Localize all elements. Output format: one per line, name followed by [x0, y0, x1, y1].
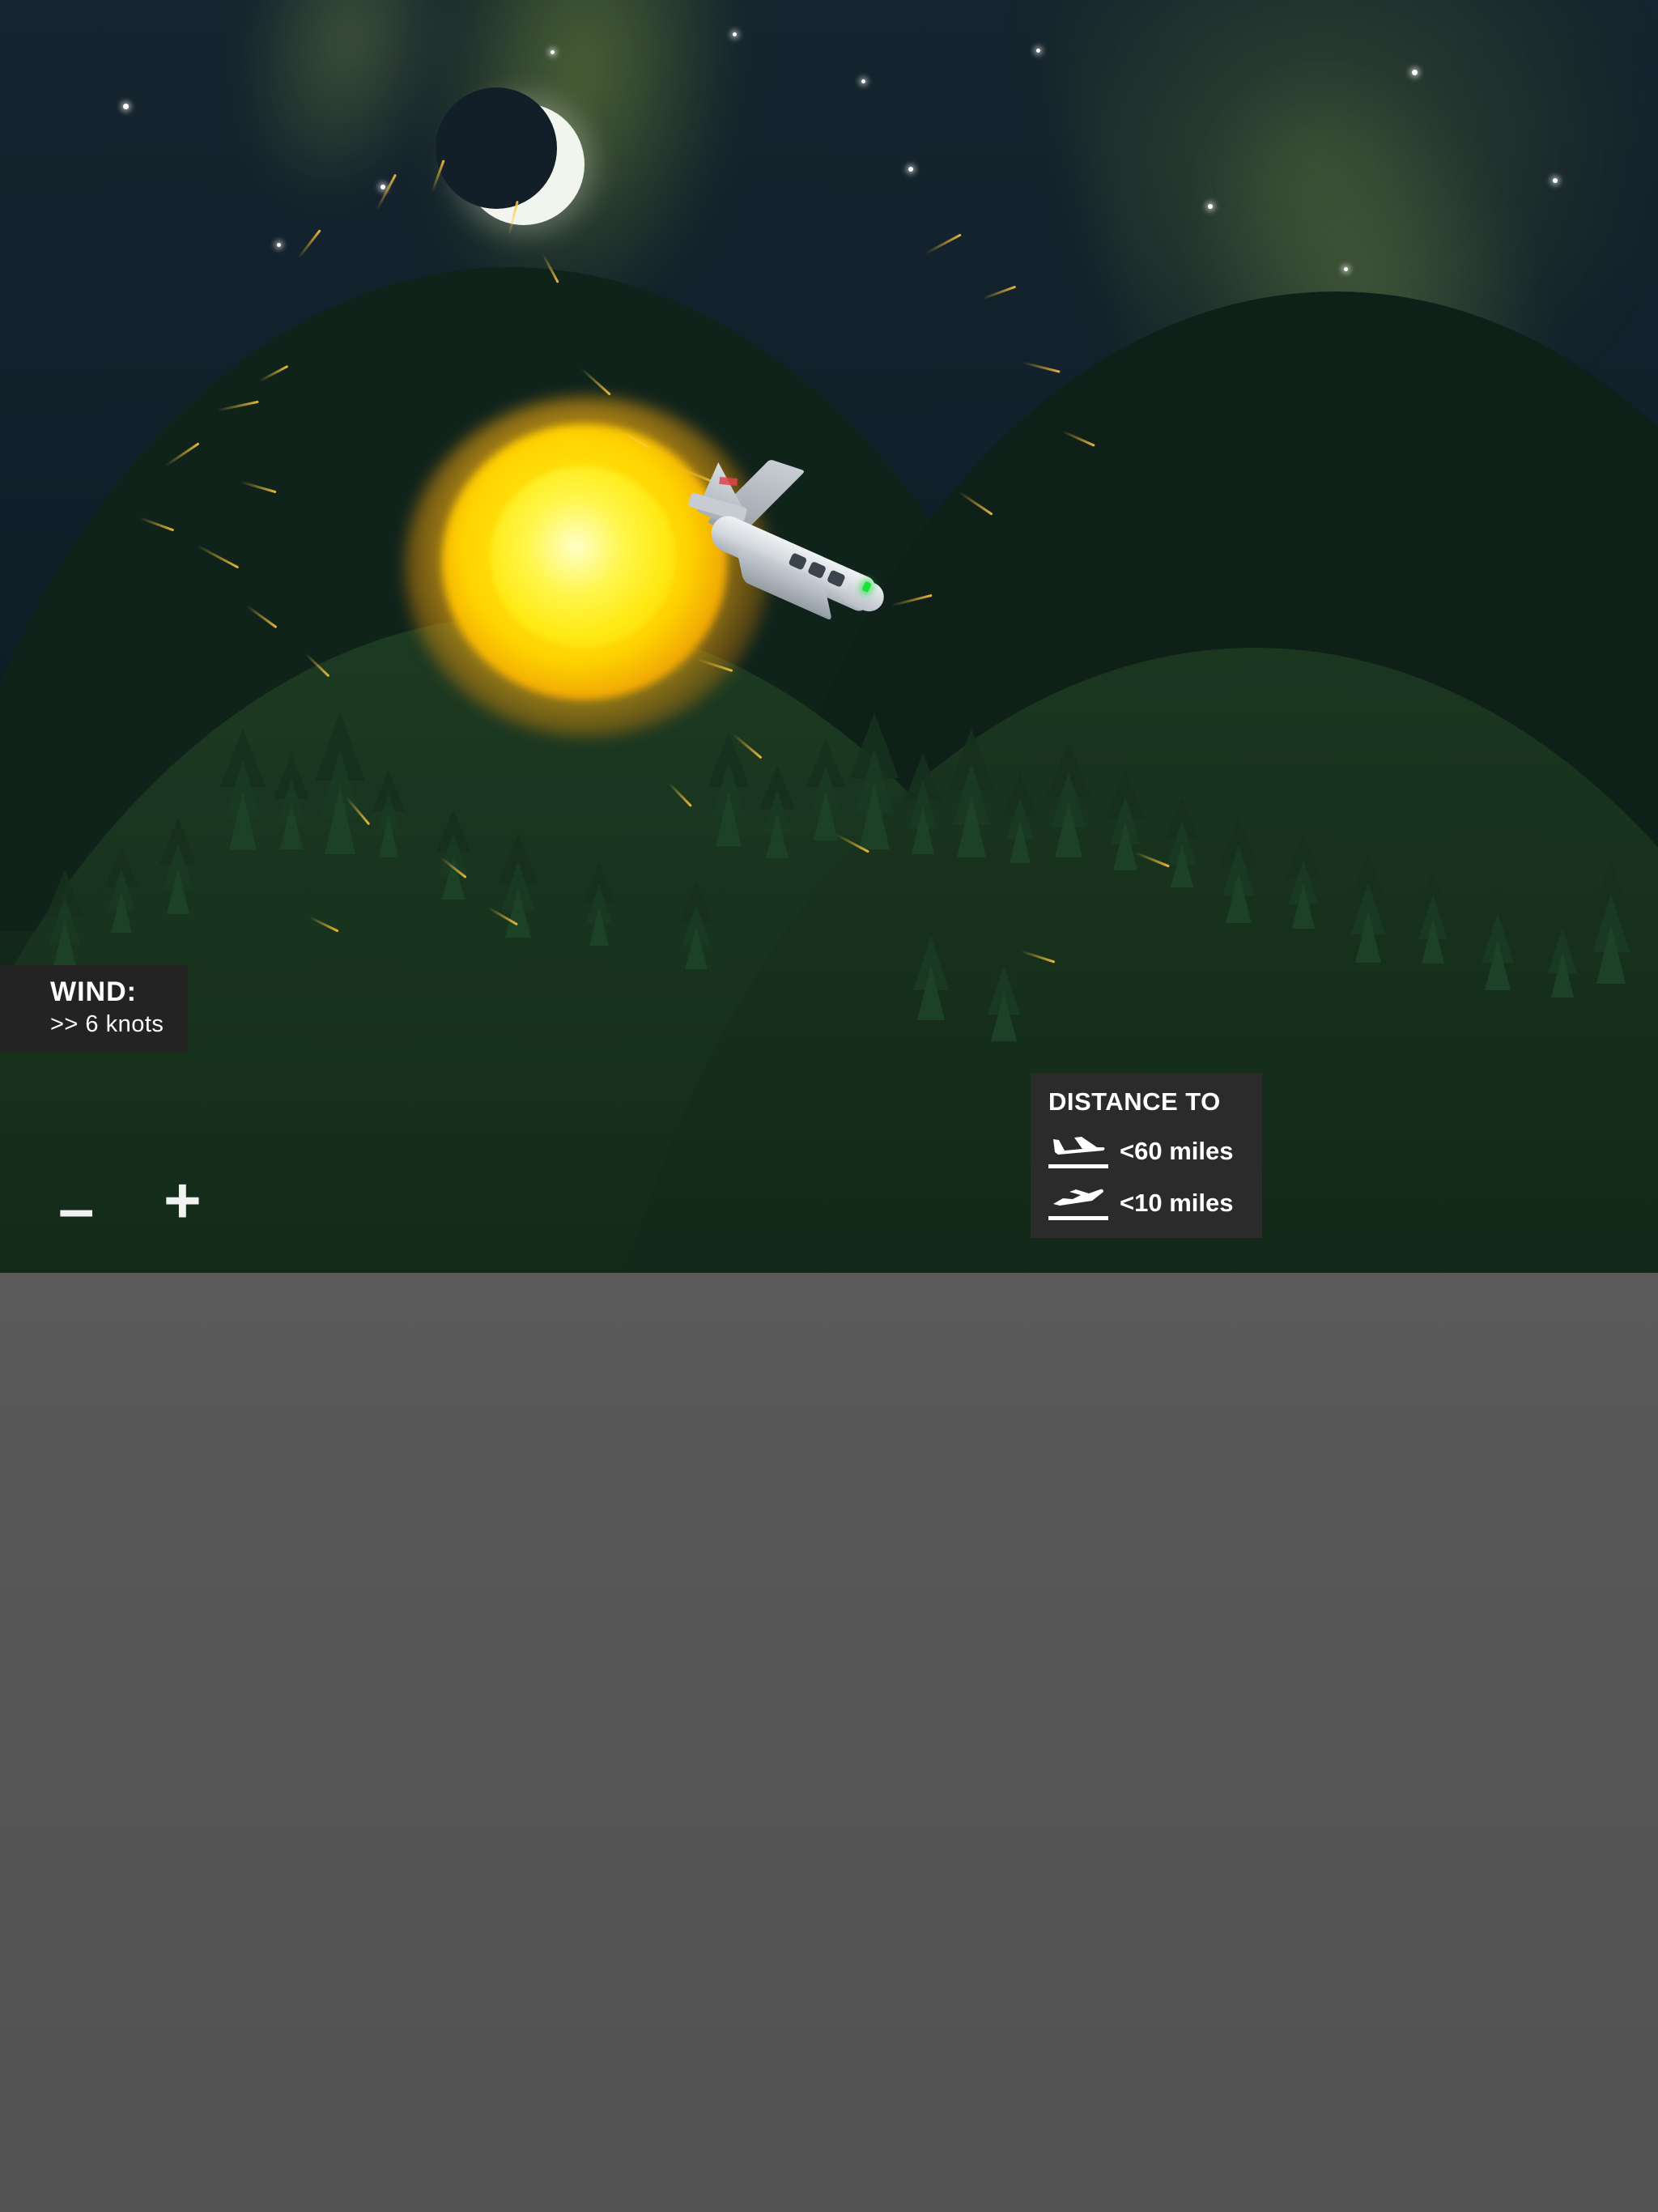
star	[861, 79, 865, 83]
star	[733, 32, 737, 36]
star	[1344, 267, 1348, 271]
wind-indicator: WIND: >> 6 knots	[0, 965, 189, 1053]
wind-value: >> 6 knots	[50, 1011, 164, 1037]
spark	[1022, 361, 1061, 373]
star	[123, 104, 129, 109]
star	[1412, 70, 1418, 75]
flight-sim-screen: WIND: >> 6 knots – + DISTANCE TO <60 mil…	[0, 0, 1658, 2212]
cockpit-panel: AUTOPILOT AUTOPILOT INACTIVE Manual MENU…	[0, 1273, 1658, 2212]
spark	[297, 229, 321, 259]
distance-row-takeoff: <10 miles	[1048, 1186, 1246, 1220]
distance-landing-value: <60 miles	[1120, 1137, 1234, 1165]
star	[551, 50, 555, 54]
star	[1208, 204, 1213, 209]
star	[1553, 178, 1558, 183]
wind-title: WIND:	[50, 976, 137, 1007]
zoom-controls[interactable]: – +	[49, 1168, 243, 1251]
spark	[925, 233, 962, 255]
star	[1036, 49, 1040, 53]
airplane-takeoff-icon	[1048, 1186, 1108, 1220]
star	[380, 185, 385, 189]
star	[277, 243, 281, 247]
zoom-in-button[interactable]: +	[164, 1168, 202, 1233]
star	[908, 167, 913, 172]
distance-row-landing: <60 miles	[1048, 1134, 1246, 1168]
zoom-out-button[interactable]: –	[58, 1176, 95, 1241]
moon-icon	[436, 87, 585, 225]
airplane-landing-icon	[1048, 1134, 1108, 1168]
distance-takeoff-value: <10 miles	[1120, 1189, 1234, 1217]
distance-title: DISTANCE TO	[1048, 1087, 1221, 1116]
scene-viewport[interactable]: WIND: >> 6 knots – + DISTANCE TO <60 mil…	[0, 0, 1658, 1273]
spark	[981, 285, 1017, 300]
distance-panel: DISTANCE TO <60 miles <10 miles	[1031, 1073, 1262, 1238]
